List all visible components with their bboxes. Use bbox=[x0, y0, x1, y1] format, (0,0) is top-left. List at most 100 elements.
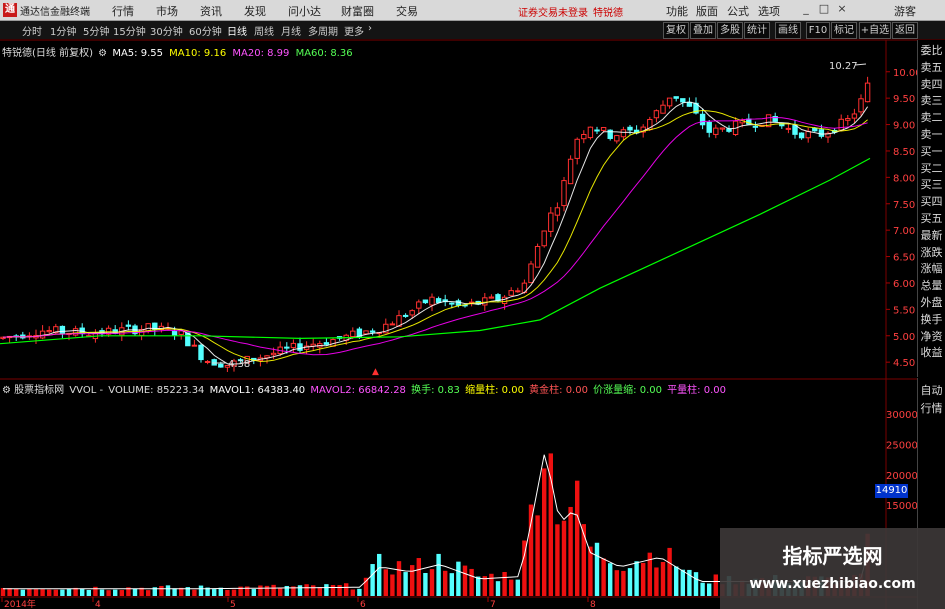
period-15min[interactable]: 15分钟 bbox=[113, 23, 146, 38]
guest-label[interactable]: 游客 bbox=[894, 3, 916, 19]
tool-fuquan[interactable]: 复权 bbox=[663, 22, 689, 39]
candle-body bbox=[561, 180, 567, 207]
candle-body bbox=[369, 330, 376, 333]
side-button-10[interactable]: 买五 bbox=[918, 212, 945, 225]
period-weekly[interactable]: 周线 bbox=[254, 23, 274, 38]
candle-body bbox=[594, 129, 600, 132]
menu-hangqing[interactable]: 行情 bbox=[112, 3, 134, 19]
candle-body bbox=[713, 127, 719, 135]
tool-tongji[interactable]: 统计 bbox=[744, 22, 770, 39]
tool-zixuan[interactable]: +自选 bbox=[859, 22, 891, 39]
side-button-15[interactable]: 外盘 bbox=[918, 296, 945, 309]
side-button-2[interactable]: 卖四 bbox=[918, 78, 945, 91]
minimize-icon[interactable]: _ bbox=[800, 3, 812, 15]
candle-body bbox=[171, 330, 178, 336]
volume-bar bbox=[264, 585, 270, 596]
login-notice[interactable]: 证券交易未登录 bbox=[518, 4, 588, 19]
period-more[interactable]: 更多 bbox=[344, 23, 364, 38]
side-button-6[interactable]: 买一 bbox=[918, 145, 945, 158]
volume-bar bbox=[370, 564, 375, 596]
menu-zixun[interactable]: 资讯 bbox=[200, 3, 222, 19]
side-button-1[interactable]: 卖五 bbox=[918, 61, 945, 74]
volume-bar bbox=[509, 579, 514, 596]
candle-body bbox=[501, 296, 508, 305]
period-daily[interactable]: 日线 bbox=[227, 23, 247, 38]
volume-bar bbox=[707, 583, 712, 596]
side-button-4[interactable]: 卖二 bbox=[918, 111, 945, 124]
volume-bar bbox=[654, 567, 659, 596]
period-60min[interactable]: 60分钟 bbox=[189, 23, 222, 38]
side-button-16[interactable]: 换手 bbox=[918, 313, 945, 326]
volume-bar bbox=[621, 570, 626, 596]
tool-fanhui[interactable]: 返回 bbox=[892, 22, 918, 39]
menu-jiaoyi[interactable]: 交易 bbox=[396, 3, 418, 19]
menu-banmian[interactable]: 版面 bbox=[696, 3, 718, 19]
side-button-3[interactable]: 卖三 bbox=[918, 94, 945, 107]
tool-duogu[interactable]: 多股 bbox=[717, 22, 743, 39]
period-monthly[interactable]: 月线 bbox=[281, 23, 301, 38]
stock-name-title: 特锐德 bbox=[593, 8, 623, 19]
volume-bar bbox=[614, 570, 619, 596]
menu-xuanxiang[interactable]: 选项 bbox=[758, 3, 780, 19]
volume-tick-label: 15000 bbox=[886, 501, 918, 512]
volume-bar bbox=[436, 553, 441, 596]
menu-faxian[interactable]: 发现 bbox=[244, 3, 266, 19]
date-tick-label: 7 bbox=[490, 600, 496, 609]
side-button-17[interactable]: 净资 bbox=[918, 330, 945, 343]
volume-bar bbox=[278, 587, 283, 596]
side-button-18[interactable]: 收益 bbox=[918, 346, 945, 359]
tool-biaoji[interactable]: 标记 bbox=[831, 22, 857, 39]
menu-caifuquan[interactable]: 财富圈 bbox=[341, 3, 374, 19]
side-button-11[interactable]: 最新 bbox=[918, 229, 945, 242]
side-button-8[interactable]: 买三 bbox=[918, 178, 945, 191]
period-30min[interactable]: 30分钟 bbox=[150, 23, 183, 38]
close-icon[interactable]: × bbox=[836, 3, 848, 15]
volume-bar bbox=[304, 584, 309, 596]
menu-shichang[interactable]: 市场 bbox=[156, 3, 178, 19]
tool-huaxian[interactable]: 画线 bbox=[775, 22, 801, 39]
side-button-0[interactable]: 委比 bbox=[918, 44, 945, 57]
volume-bar bbox=[515, 579, 520, 596]
side-button-7[interactable]: 买二 bbox=[918, 162, 945, 175]
candle-body bbox=[46, 329, 52, 333]
side-button-9[interactable]: 买四 bbox=[918, 195, 945, 208]
volume-bar bbox=[231, 589, 237, 596]
candle-body bbox=[587, 126, 594, 139]
side-button-14[interactable]: 总量 bbox=[918, 279, 945, 292]
volume-bar bbox=[634, 561, 639, 596]
volume-bar bbox=[172, 588, 177, 596]
volume-bar bbox=[627, 568, 633, 596]
side-button-5[interactable]: 卖一 bbox=[918, 128, 945, 141]
volume-bar bbox=[693, 572, 699, 596]
candle-body bbox=[185, 332, 191, 347]
menu-wenxiaoda[interactable]: 问小达 bbox=[288, 3, 321, 19]
volume-bar bbox=[337, 585, 342, 596]
candle-body bbox=[284, 346, 290, 349]
volume-bar bbox=[416, 558, 421, 596]
period-multi[interactable]: 多周期 bbox=[308, 23, 338, 38]
kline-chart[interactable]: 10.00 9.50 9.00 8.50 8.00 7.50 7.00 6.50 6.00 5.5… bbox=[0, 40, 918, 609]
side-button-13[interactable]: 涨幅 bbox=[918, 262, 945, 275]
chevron-right-icon[interactable]: › bbox=[368, 23, 372, 34]
volume-bar bbox=[561, 520, 567, 596]
volume-bar bbox=[601, 558, 606, 596]
tool-f10[interactable]: F10 bbox=[806, 22, 830, 39]
candle-body bbox=[218, 363, 224, 368]
period-fenshi[interactable]: 分时 bbox=[22, 23, 42, 38]
menu-gongneng[interactable]: 功能 bbox=[666, 3, 688, 19]
volume-bar bbox=[99, 589, 105, 596]
candle-body bbox=[851, 113, 858, 119]
title-bar: 通 通达信金融终端 行情 市场 资讯 发现 问小达 财富圈 交易 证券交易未登录… bbox=[0, 0, 945, 21]
candle-body bbox=[798, 132, 805, 139]
tool-diejia[interactable]: 叠加 bbox=[690, 22, 716, 39]
side-button-12[interactable]: 涨跌 bbox=[918, 246, 945, 259]
candle-body bbox=[204, 360, 211, 363]
period-1min[interactable]: 1分钟 bbox=[50, 23, 76, 38]
volume-bar bbox=[476, 576, 481, 596]
volume-bar bbox=[198, 585, 204, 596]
side-button-auto-1[interactable]: 行情 bbox=[918, 402, 945, 415]
maximize-icon[interactable]: □ bbox=[818, 3, 830, 15]
side-button-auto-0[interactable]: 自动 bbox=[918, 384, 945, 397]
period-5min[interactable]: 5分钟 bbox=[83, 23, 109, 38]
menu-gongshi[interactable]: 公式 bbox=[727, 3, 749, 19]
